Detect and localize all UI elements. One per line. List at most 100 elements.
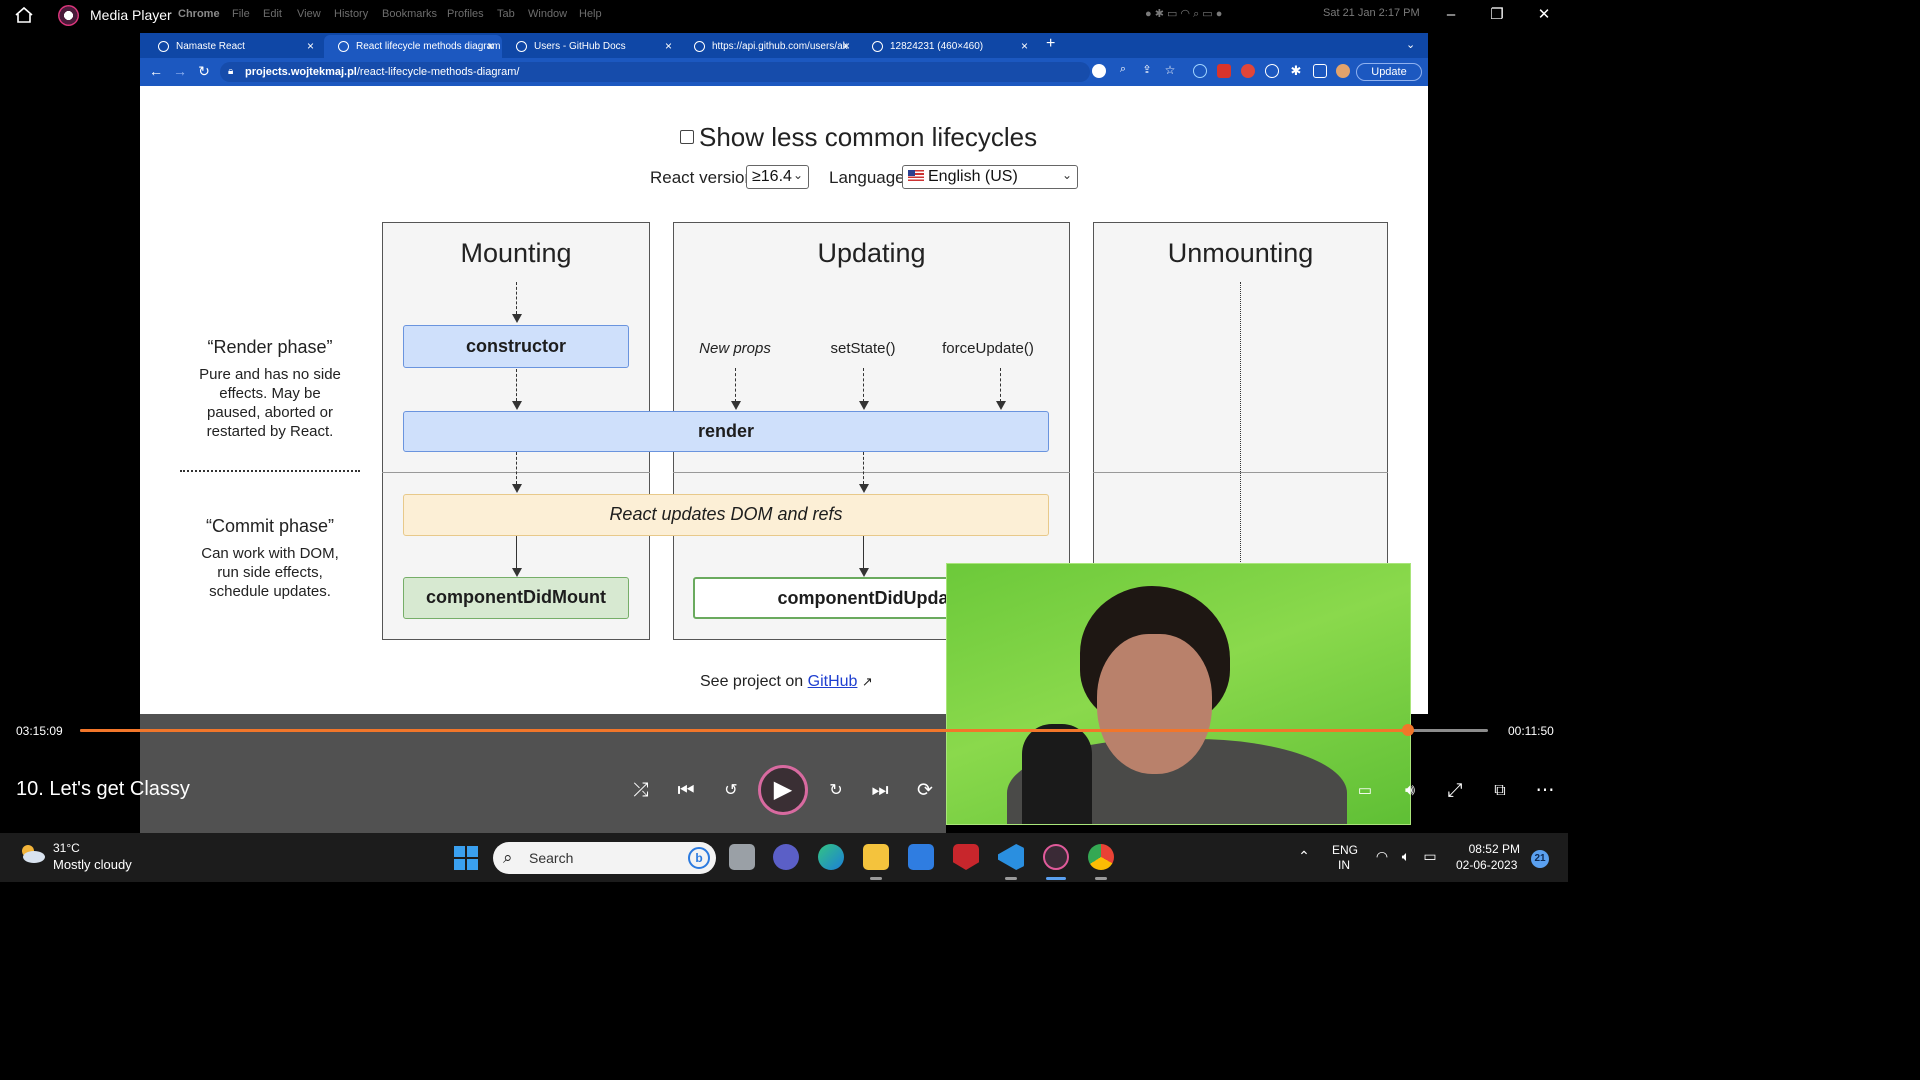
connector-line bbox=[516, 452, 517, 484]
react-icon bbox=[338, 41, 349, 52]
extension-red-icon[interactable] bbox=[1241, 64, 1255, 78]
browser-tab-bar: Namaste React × React lifecycle methods … bbox=[140, 33, 1428, 58]
globe-icon bbox=[872, 41, 883, 52]
close-tab-icon[interactable]: × bbox=[843, 35, 850, 58]
notification-badge[interactable]: 21 bbox=[1531, 850, 1549, 868]
chevron-up-icon[interactable]: ⌃ bbox=[1295, 848, 1313, 865]
mac-menu-tab: Tab bbox=[497, 8, 515, 20]
mac-menu-window: Window bbox=[528, 8, 568, 20]
tab-list-chevron-icon[interactable]: ⌄ bbox=[1406, 38, 1415, 51]
shuffle-icon[interactable]: ⤮ bbox=[628, 778, 654, 804]
update-button[interactable]: Update bbox=[1356, 63, 1422, 81]
back-icon[interactable]: ← bbox=[147, 63, 165, 79]
weather-description[interactable]: Mostly cloudy bbox=[53, 857, 132, 872]
extension-circle-icon[interactable] bbox=[1265, 64, 1279, 78]
forward-30-icon[interactable]: ↻ bbox=[823, 778, 849, 804]
pdf-extension-icon[interactable] bbox=[1217, 64, 1231, 78]
google-icon[interactable] bbox=[1092, 64, 1106, 78]
cloudy-weather-icon[interactable] bbox=[18, 842, 46, 864]
address-bar[interactable]: 🔒︎ projects.wojtekmaj.pl/react-lifecycle… bbox=[220, 62, 1090, 82]
fullscreen-icon[interactable]: ⤢ bbox=[1442, 778, 1468, 804]
volume-icon[interactable]: 🔊︎ bbox=[1397, 778, 1423, 804]
edge-icon[interactable] bbox=[818, 844, 844, 870]
repeat-icon[interactable]: ⟳ bbox=[912, 778, 938, 804]
region-indicator[interactable]: IN bbox=[1338, 858, 1350, 872]
connector-line bbox=[863, 536, 864, 568]
mac-menu-profiles: Profiles bbox=[447, 8, 484, 20]
zoom-icon[interactable]: ⌕ bbox=[1114, 63, 1132, 76]
minimize-icon[interactable]: – bbox=[1443, 7, 1459, 23]
mac-menu-view: View bbox=[297, 8, 321, 20]
seek-bar-progress bbox=[80, 729, 1409, 732]
component-did-mount-node[interactable]: componentDidMount bbox=[403, 577, 629, 619]
more-options-icon[interactable]: ⋯ bbox=[1532, 778, 1558, 804]
teams-chat-icon[interactable] bbox=[773, 844, 799, 870]
previous-icon[interactable]: ⏮ bbox=[673, 778, 699, 804]
react-version-select[interactable]: ≥16.4 ⌄ bbox=[746, 165, 809, 189]
tab-namaste-react[interactable]: Namaste React × bbox=[144, 35, 322, 58]
windows-start-icon[interactable] bbox=[453, 845, 479, 871]
microsoft-store-icon[interactable] bbox=[908, 844, 934, 870]
file-explorer-icon[interactable] bbox=[863, 844, 889, 870]
arrow-down-icon bbox=[512, 484, 522, 493]
vscode-icon[interactable] bbox=[998, 844, 1024, 870]
render-phase-title: “Render phase” bbox=[207, 337, 333, 357]
subtitles-icon[interactable]: ▭ bbox=[1352, 778, 1378, 804]
puzzle-icon[interactable]: ✱ bbox=[1287, 63, 1305, 79]
mcafee-icon[interactable] bbox=[953, 844, 979, 870]
tab-github-docs[interactable]: Users - GitHub Docs × bbox=[502, 35, 680, 58]
clock-date[interactable]: 02-06-2023 bbox=[1456, 858, 1517, 872]
seek-handle[interactable] bbox=[1402, 724, 1415, 736]
restore-icon[interactable]: ❐ bbox=[1489, 7, 1505, 23]
elapsed-time: 03:15:09 bbox=[16, 724, 63, 738]
tab-github-api[interactable]: https://api.github.com/users/ak × bbox=[680, 35, 858, 58]
language-label: Language bbox=[829, 168, 905, 187]
play-button[interactable]: ▶ bbox=[758, 765, 808, 815]
speaker-icon[interactable]: 🔈︎ bbox=[1397, 848, 1415, 865]
render-node[interactable]: render bbox=[403, 411, 1049, 452]
mini-player-icon[interactable]: ⧉ bbox=[1487, 778, 1513, 804]
profile-avatar[interactable] bbox=[1336, 64, 1350, 78]
language-select[interactable]: English (US) ⌄ bbox=[902, 165, 1078, 189]
close-tab-icon[interactable]: × bbox=[665, 35, 672, 58]
weather-temperature[interactable]: 31°C bbox=[53, 841, 80, 855]
show-less-checkbox[interactable] bbox=[680, 130, 694, 145]
tab-avatar-image[interactable]: 12824231 (460×460) × bbox=[858, 35, 1036, 58]
arrow-down-icon bbox=[512, 401, 522, 410]
clock-time[interactable]: 08:52 PM bbox=[1466, 842, 1520, 856]
connector-line bbox=[1000, 368, 1001, 402]
mac-menu-history: History bbox=[334, 8, 369, 20]
close-tab-icon[interactable]: × bbox=[487, 35, 494, 58]
battery-icon[interactable]: ▭ bbox=[1421, 848, 1439, 865]
trigger-new-props: New props bbox=[699, 340, 771, 357]
share-icon[interactable]: ⇪ bbox=[1138, 63, 1156, 76]
commit-phase-title: “Commit phase” bbox=[205, 516, 335, 536]
close-tab-icon[interactable]: × bbox=[307, 35, 314, 58]
home-icon[interactable] bbox=[14, 6, 34, 24]
running-indicator bbox=[1095, 877, 1107, 880]
remaining-time: 00:11:50 bbox=[1508, 724, 1554, 738]
language-indicator[interactable]: ENG bbox=[1332, 843, 1358, 857]
react-devtools-icon[interactable] bbox=[1193, 64, 1207, 78]
taskbar-search[interactable]: ⌕ Search b bbox=[493, 842, 716, 874]
forward-icon[interactable]: → bbox=[171, 63, 189, 79]
close-icon[interactable]: ✕ bbox=[1536, 7, 1552, 23]
new-tab-button[interactable]: + bbox=[1046, 35, 1055, 53]
reload-icon[interactable]: ↻ bbox=[195, 63, 213, 80]
microphone bbox=[1022, 724, 1092, 824]
close-tab-icon[interactable]: × bbox=[1021, 35, 1028, 58]
media-player-taskbar-icon[interactable] bbox=[1043, 844, 1069, 870]
chrome-icon[interactable] bbox=[1088, 844, 1114, 870]
next-icon[interactable]: ⏭ bbox=[867, 778, 893, 804]
task-view-icon[interactable] bbox=[729, 844, 755, 870]
rewind-10-icon[interactable]: ↺ bbox=[718, 778, 744, 804]
mac-clock: Sat 21 Jan 2:17 PM bbox=[1323, 7, 1420, 19]
bookmark-star-icon[interactable]: ☆ bbox=[1161, 63, 1179, 77]
github-link[interactable]: GitHub bbox=[808, 673, 858, 690]
constructor-node[interactable]: constructor bbox=[403, 325, 629, 368]
show-less-lifecycles-toggle[interactable]: Show less common lifecycles bbox=[680, 122, 1037, 153]
tab-react-lifecycle[interactable]: React lifecycle methods diagram × bbox=[324, 35, 502, 58]
bing-icon[interactable]: b bbox=[688, 847, 710, 869]
wifi-icon[interactable]: ◠ bbox=[1373, 848, 1391, 865]
sidebar-icon[interactable] bbox=[1313, 64, 1327, 78]
